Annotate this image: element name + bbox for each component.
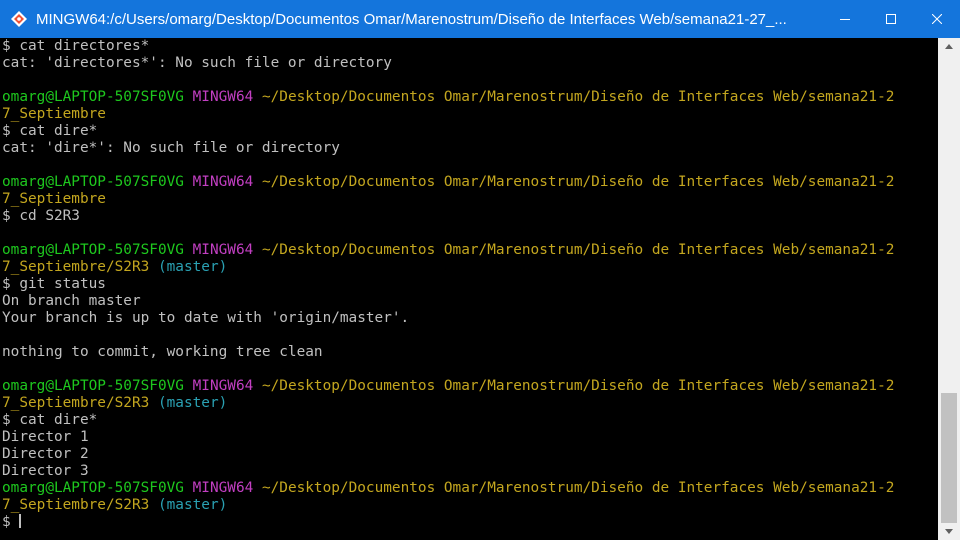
terminal-text-segment: 7_Septiembre/S2R3: [2, 395, 150, 411]
terminal-line: Your branch is up to date with 'origin/m…: [2, 310, 938, 327]
terminal-text-segment: omarg@LAPTOP-507SF0VG: [2, 480, 184, 496]
terminal-line: Director 3: [2, 463, 938, 480]
terminal-line: Director 1: [2, 429, 938, 446]
terminal-line: omarg@LAPTOP-507SF0VG MINGW64 ~/Desktop/…: [2, 378, 938, 395]
command-prompt-line[interactable]: $: [2, 514, 938, 531]
terminal-line: 7_Septiembre/S2R3 (master): [2, 259, 938, 276]
terminal-line: 7_Septiembre/S2R3 (master): [2, 395, 938, 412]
terminal-text-segment: Director 3: [2, 463, 89, 479]
scroll-up-arrow-icon: [945, 44, 953, 49]
terminal-text-segment: $ git status: [2, 276, 106, 292]
scroll-down-arrow-icon: [945, 529, 953, 534]
terminal-text-segment: nothing to commit, working tree clean: [2, 344, 323, 360]
close-icon: [932, 14, 942, 24]
terminal-text-segment: 7_Septiembre: [2, 191, 106, 207]
terminal-line: cat: 'directores*': No such file or dire…: [2, 55, 938, 72]
terminal-line: cat: 'dire*': No such file or directory: [2, 140, 938, 157]
terminal-line: On branch master: [2, 293, 938, 310]
scroll-up-button[interactable]: [938, 38, 960, 55]
terminal-text-segment: cat: 'dire*': No such file or directory: [2, 140, 340, 156]
terminal-line: omarg@LAPTOP-507SF0VG MINGW64 ~/Desktop/…: [2, 174, 938, 191]
terminal-line: $ cd S2R3: [2, 208, 938, 225]
terminal-text-segment: Your branch is up to date with 'origin/m…: [2, 310, 410, 326]
terminal-text-segment: (master): [157, 395, 228, 411]
terminal-text-segment: omarg@LAPTOP-507SF0VG: [2, 174, 184, 190]
scroll-thumb[interactable]: [941, 393, 957, 523]
terminal-line: Director 2: [2, 446, 938, 463]
window-title: MINGW64:/c/Users/omarg/Desktop/Documento…: [36, 10, 787, 28]
terminal-text-segment: ~/Desktop/Documentos Omar/Marenostrum/Di…: [261, 89, 895, 105]
prompt-symbol: $: [2, 514, 20, 530]
terminal-text-segment: cat: 'directores*': No such file or dire…: [2, 55, 392, 71]
terminal-text-segment: (master): [157, 497, 228, 513]
terminal-text-segment: ~/Desktop/Documentos Omar/Marenostrum/Di…: [261, 480, 895, 496]
terminal-line: $ cat dire*: [2, 412, 938, 429]
terminal-line: 7_Septiembre/S2R3 (master): [2, 497, 938, 514]
terminal-text-segment: Director 1: [2, 429, 89, 445]
terminal-line: $ git status: [2, 276, 938, 293]
vertical-scrollbar[interactable]: [938, 38, 960, 540]
terminal-text-segment: $ cat dire*: [2, 412, 98, 428]
terminal-text-segment: $ cat dire*: [2, 123, 98, 139]
mingw-terminal-icon[interactable]: [9, 9, 29, 29]
minimize-button[interactable]: [822, 0, 868, 38]
terminal-text-segment: MINGW64: [192, 378, 254, 394]
terminal-text-segment: MINGW64: [192, 480, 254, 496]
terminal-text-segment: MINGW64: [192, 174, 254, 190]
maximize-button[interactable]: [868, 0, 914, 38]
terminal-text-segment: Director 2: [2, 446, 89, 462]
terminal-line: 7_Septiembre: [2, 106, 938, 123]
window-controls: [822, 0, 960, 38]
terminal-text-segment: MINGW64: [192, 242, 254, 258]
terminal-text-segment: ~/Desktop/Documentos Omar/Marenostrum/Di…: [261, 174, 895, 190]
terminal-text-segment: 7_Septiembre: [2, 106, 106, 122]
terminal-text-segment: $ cd S2R3: [2, 208, 80, 224]
close-button[interactable]: [914, 0, 960, 38]
terminal-line: omarg@LAPTOP-507SF0VG MINGW64 ~/Desktop/…: [2, 480, 938, 497]
terminal-text-segment: MINGW64: [192, 89, 254, 105]
terminal-line: $ cat dire*: [2, 123, 938, 140]
maximize-icon: [886, 14, 896, 24]
terminal-text-segment: ~/Desktop/Documentos Omar/Marenostrum/Di…: [261, 378, 895, 394]
terminal-text-segment: 7_Septiembre/S2R3: [2, 259, 150, 275]
terminal-line: omarg@LAPTOP-507SF0VG MINGW64 ~/Desktop/…: [2, 89, 938, 106]
terminal-line: omarg@LAPTOP-507SF0VG MINGW64 ~/Desktop/…: [2, 242, 938, 259]
minimize-icon: [840, 19, 850, 20]
terminal-line: $ cat directores*: [2, 38, 938, 55]
scroll-down-button[interactable]: [938, 523, 960, 540]
text-cursor: [19, 514, 22, 528]
terminal-text-segment: (master): [157, 259, 228, 275]
terminal-line: nothing to commit, working tree clean: [2, 344, 938, 361]
terminal-text-segment: $ cat directores*: [2, 38, 150, 54]
terminal-output[interactable]: $ cat directores* cat: 'directores*': No …: [0, 38, 938, 540]
terminal-line: 7_Septiembre: [2, 191, 938, 208]
terminal-text-segment: omarg@LAPTOP-507SF0VG: [2, 89, 184, 105]
terminal-window: MINGW64:/c/Users/omarg/Desktop/Documento…: [0, 0, 960, 540]
terminal-text-segment: omarg@LAPTOP-507SF0VG: [2, 242, 184, 258]
terminal-text-segment: omarg@LAPTOP-507SF0VG: [2, 378, 184, 394]
title-bar[interactable]: MINGW64:/c/Users/omarg/Desktop/Documento…: [0, 0, 960, 38]
terminal-text-segment: 7_Septiembre/S2R3: [2, 497, 150, 513]
terminal-text-segment: On branch master: [2, 293, 141, 309]
terminal-text-segment: ~/Desktop/Documentos Omar/Marenostrum/Di…: [261, 242, 895, 258]
